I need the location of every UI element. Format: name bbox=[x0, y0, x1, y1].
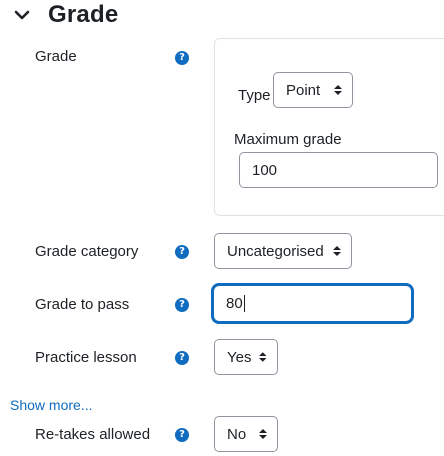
section-title: Grade bbox=[48, 1, 119, 28]
grade-type-select[interactable]: Point bbox=[273, 72, 353, 108]
grade-to-pass-label: Grade to pass bbox=[35, 296, 130, 313]
retakes-allowed-select[interactable]: No bbox=[214, 416, 278, 452]
chevron-down-icon[interactable] bbox=[14, 7, 30, 23]
select-arrows-icon bbox=[259, 429, 267, 439]
show-more-link[interactable]: Show more... bbox=[10, 397, 92, 413]
grade-category-value: Uncategorised bbox=[227, 242, 324, 260]
maximum-grade-label: Maximum grade bbox=[234, 131, 342, 148]
select-arrows-icon bbox=[333, 246, 341, 256]
practice-lesson-select[interactable]: Yes bbox=[214, 339, 278, 375]
practice-lesson-value: Yes bbox=[227, 348, 252, 366]
grade-type-value: Point bbox=[286, 81, 321, 99]
grade-category-label: Grade category bbox=[35, 243, 139, 260]
grade-to-pass-input[interactable]: 80 bbox=[212, 284, 413, 323]
maximum-grade-input[interactable]: 100 bbox=[239, 152, 438, 188]
section-header[interactable]: Grade bbox=[14, 0, 118, 30]
help-icon[interactable]: ? bbox=[175, 428, 189, 442]
practice-lesson-label: Practice lesson bbox=[35, 349, 137, 366]
select-arrows-icon bbox=[334, 85, 342, 95]
maximum-grade-value: 100 bbox=[252, 161, 278, 179]
retakes-allowed-label: Re-takes allowed bbox=[35, 426, 151, 443]
grade-category-select[interactable]: Uncategorised bbox=[214, 233, 352, 269]
select-arrows-icon bbox=[259, 352, 267, 362]
help-icon[interactable]: ? bbox=[175, 245, 189, 259]
help-icon[interactable]: ? bbox=[175, 298, 189, 312]
text-caret bbox=[243, 295, 245, 312]
grade-type-label: Type bbox=[238, 87, 271, 104]
grade-to-pass-value: 80 bbox=[226, 295, 243, 312]
help-icon[interactable]: ? bbox=[175, 51, 189, 65]
help-icon[interactable]: ? bbox=[175, 351, 189, 365]
grade-label: Grade bbox=[35, 48, 77, 65]
grade-fieldset: Type Point Maximum grade 100 bbox=[214, 38, 444, 216]
retakes-allowed-value: No bbox=[227, 425, 247, 443]
